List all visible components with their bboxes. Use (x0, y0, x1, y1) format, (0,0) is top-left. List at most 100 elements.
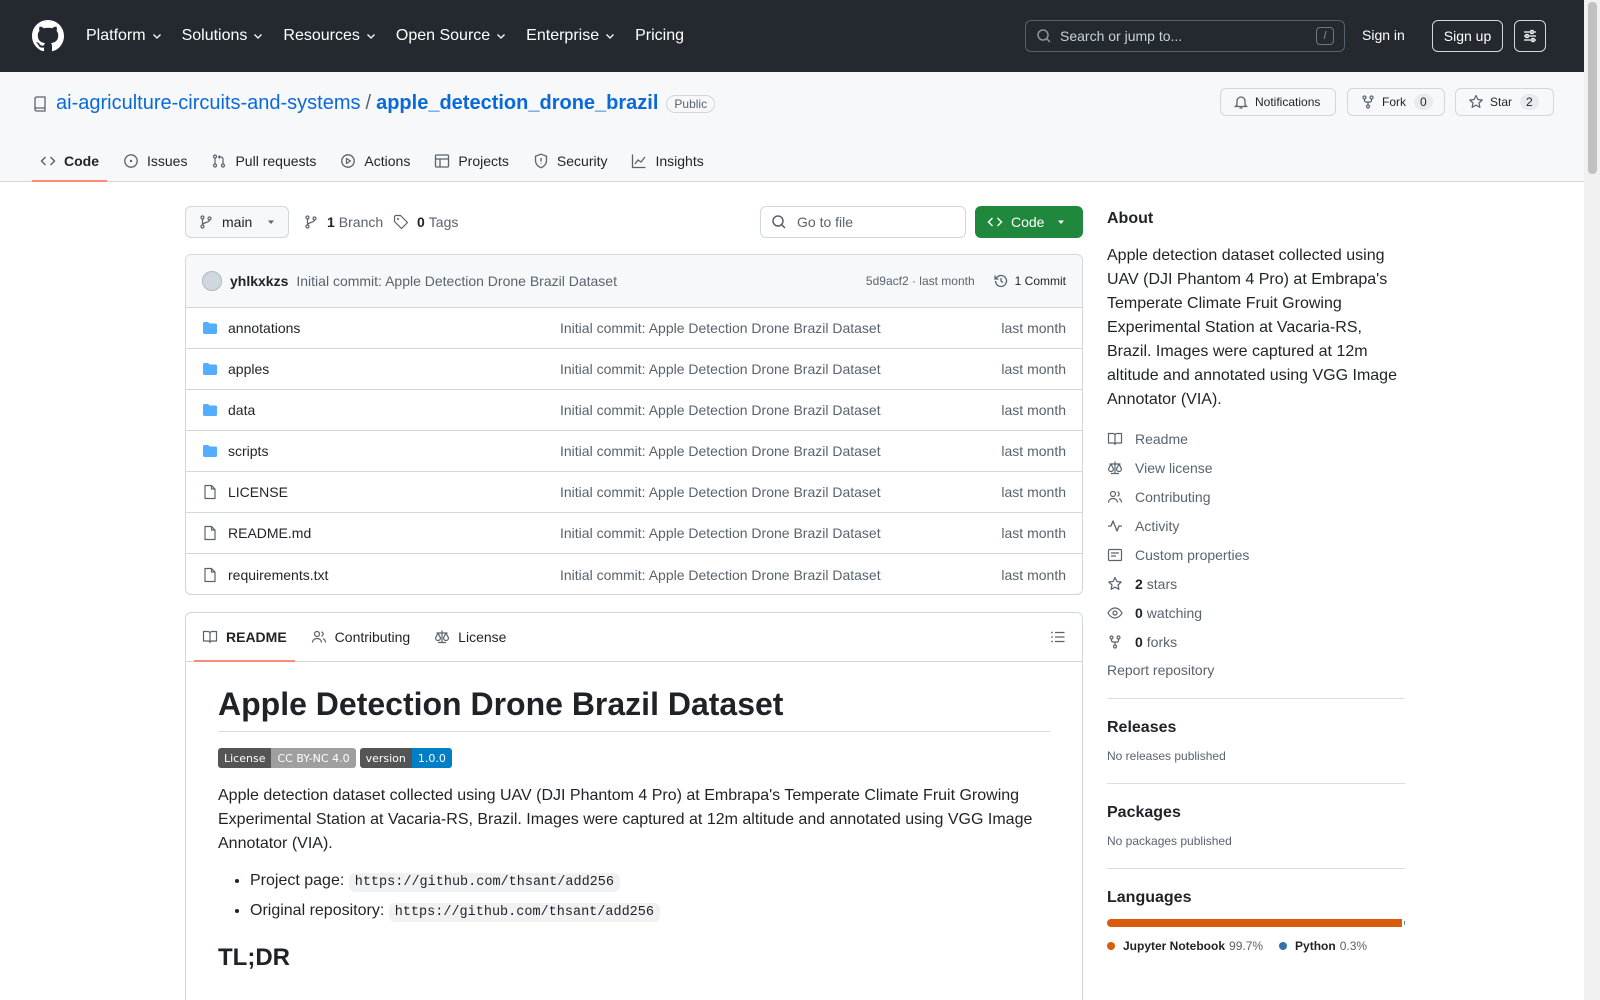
eye-icon (1107, 605, 1123, 621)
list-unordered-icon[interactable] (1050, 629, 1066, 645)
tag-label: Tags (428, 214, 459, 230)
branch-name: main (222, 214, 253, 230)
language-item[interactable]: Python 0.3% (1279, 939, 1367, 953)
sign-in-link[interactable]: Sign in (1362, 27, 1405, 43)
file-name-link[interactable]: requirements.txt (228, 567, 560, 583)
repo-owner-link[interactable]: ai-agriculture-circuits-and-systems (56, 92, 361, 115)
file-commit-date: last month (1001, 402, 1066, 418)
file-name-link[interactable]: annotations (228, 320, 560, 336)
file-rows: annotations Initial commit: Apple Detecti… (186, 308, 1082, 594)
releases-title[interactable]: Releases (1107, 719, 1405, 737)
star-button[interactable]: Star 2 (1455, 88, 1554, 116)
file-name-link[interactable]: scripts (228, 443, 560, 459)
forks-link[interactable]: 0 forks (1107, 627, 1405, 656)
avatar[interactable] (202, 271, 222, 291)
nav-solutions[interactable]: Solutions (182, 27, 265, 45)
custom-properties-link[interactable]: Custom properties (1107, 540, 1405, 569)
file-name-link[interactable]: README.md (228, 525, 560, 541)
commit-sha-time[interactable]: 5d9acf2 · last month (866, 274, 975, 288)
global-search-input[interactable]: Search or jump to... / (1025, 20, 1345, 52)
file-commit-message-link[interactable]: Initial commit: Apple Detection Drone Br… (560, 361, 1001, 377)
readme-link[interactable]: Readme (1107, 424, 1405, 453)
branch-count: 1 (327, 214, 335, 230)
github-logo-icon[interactable] (32, 20, 64, 52)
tab-actions[interactable]: Actions (332, 140, 418, 182)
license-badge[interactable]: License CC BY-NC 4.0 (218, 748, 356, 768)
version-badge[interactable]: version 1.0.0 (359, 748, 452, 768)
list-item: Original repository: https://github.com/… (250, 900, 1050, 924)
note-icon (1107, 547, 1123, 563)
go-to-file-input[interactable]: Go to file (760, 206, 966, 238)
branch-selector[interactable]: main (185, 206, 289, 238)
file-commit-message-link[interactable]: Initial commit: Apple Detection Drone Br… (560, 443, 1001, 459)
contributing-link[interactable]: Contributing (1107, 482, 1405, 511)
language-bar (1107, 919, 1405, 927)
file-icon (202, 525, 218, 541)
fork-button[interactable]: Fork 0 (1347, 88, 1445, 116)
commits-link[interactable]: 1 Commit (993, 273, 1066, 289)
tab-projects[interactable]: Projects (426, 140, 517, 182)
stars-link[interactable]: 2 stars (1107, 569, 1405, 598)
notifications-button[interactable]: Notifications (1220, 88, 1336, 116)
nav-label: Enterprise (526, 27, 600, 44)
commit-message-link[interactable]: Initial commit: Apple Detection Drone Br… (296, 273, 866, 289)
releases-section: Releases No releases published (1107, 699, 1405, 784)
file-name-link[interactable]: data (228, 402, 560, 418)
folder-icon (202, 443, 218, 459)
sign-up-button[interactable]: Sign up (1432, 20, 1503, 52)
chevron-down-icon (252, 30, 264, 42)
file-name-link[interactable]: apples (228, 361, 560, 377)
tab-issues[interactable]: Issues (115, 140, 195, 182)
view-license-link[interactable]: View license (1107, 453, 1405, 482)
tab-label: README (226, 629, 287, 645)
activity-link[interactable]: Activity (1107, 511, 1405, 540)
play-circle-icon (340, 153, 356, 169)
table-row[interactable]: requirements.txt Initial commit: Apple De… (186, 554, 1082, 594)
tab-code[interactable]: Code (32, 140, 107, 182)
badge-left: version (359, 748, 412, 768)
file-commit-message-link[interactable]: Initial commit: Apple Detection Drone Br… (560, 567, 1001, 583)
scrollbar-thumb[interactable] (1588, 2, 1597, 174)
readme-tab-readme[interactable]: README (194, 613, 295, 662)
table-row[interactable]: scripts Initial commit: Apple Detection D… (186, 431, 1082, 472)
readme-tab-contributing[interactable]: Contributing (303, 613, 419, 662)
readme-link-list: Project page: https://github.com/thsant/… (250, 870, 1050, 924)
table-row[interactable]: annotations Initial commit: Apple Detecti… (186, 308, 1082, 349)
nav-enterprise[interactable]: Enterprise (526, 27, 616, 45)
file-commit-date: last month (1001, 361, 1066, 377)
nav-open-source[interactable]: Open Source (396, 27, 507, 45)
nav-resources[interactable]: Resources (283, 27, 376, 45)
table-row[interactable]: apples Initial commit: Apple Detection Dr… (186, 349, 1082, 390)
file-commit-message-link[interactable]: Initial commit: Apple Detection Drone Br… (560, 484, 1001, 500)
code-dropdown-button[interactable]: Code (975, 206, 1083, 238)
search-icon (771, 214, 787, 230)
forks-count: 0 (1135, 633, 1143, 650)
about-sidebar: About Apple detection dataset collected … (1107, 210, 1405, 973)
report-repository-link[interactable]: Report repository (1107, 662, 1405, 699)
settings-menu-button[interactable] (1514, 20, 1546, 52)
tags-link[interactable]: 0 Tags (393, 214, 458, 230)
language-item[interactable]: Jupyter Notebook 99.7% (1107, 939, 1263, 953)
nav-pricing[interactable]: Pricing (635, 27, 684, 45)
table-row[interactable]: LICENSE Initial commit: Apple Detection D… (186, 472, 1082, 513)
commit-author-link[interactable]: yhlkxkzs (230, 273, 288, 289)
branches-link[interactable]: 1 Branch (303, 214, 383, 230)
file-commit-message-link[interactable]: Initial commit: Apple Detection Drone Br… (560, 525, 1001, 541)
file-commit-message-link[interactable]: Initial commit: Apple Detection Drone Br… (560, 402, 1001, 418)
law-icon (1107, 460, 1123, 476)
file-commit-message-link[interactable]: Initial commit: Apple Detection Drone Br… (560, 320, 1001, 336)
repo-name-link[interactable]: apple_detection_drone_brazil (376, 92, 658, 115)
language-bar-segment (1404, 919, 1405, 927)
table-row[interactable]: README.md Initial commit: Apple Detection… (186, 513, 1082, 554)
graph-icon (631, 153, 647, 169)
file-name-link[interactable]: LICENSE (228, 484, 560, 500)
watching-link[interactable]: 0 watching (1107, 598, 1405, 627)
table-row[interactable]: data Initial commit: Apple Detection Dron… (186, 390, 1082, 431)
branch-icon (198, 214, 214, 230)
tab-pull-requests[interactable]: Pull requests (203, 140, 324, 182)
tab-insights[interactable]: Insights (623, 140, 711, 182)
packages-title[interactable]: Packages (1107, 804, 1405, 822)
tab-security[interactable]: Security (525, 140, 616, 182)
readme-tab-license[interactable]: License (426, 613, 514, 662)
nav-platform[interactable]: Platform (86, 27, 163, 45)
